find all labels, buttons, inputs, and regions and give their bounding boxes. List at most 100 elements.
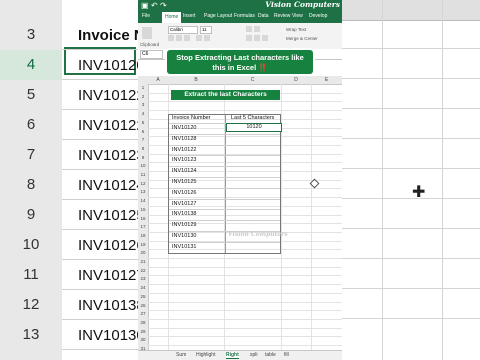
invoice-cell[interactable]: INV10127 — [172, 201, 196, 207]
table-row-line — [169, 144, 280, 146]
invoice-cell[interactable]: INV10125 — [172, 179, 196, 185]
row-header[interactable]: 24 — [138, 285, 148, 290]
active-cell[interactable]: 10120 — [226, 123, 282, 132]
background-cell-text: INV10130 — [78, 327, 138, 344]
sheet-tab[interactable]: spli — [250, 352, 258, 358]
row-header[interactable]: 6 — [138, 129, 148, 134]
ribbon-tab[interactable]: File — [142, 13, 150, 19]
align-top-button[interactable] — [246, 26, 252, 32]
name-box[interactable]: C6 — [140, 50, 163, 59]
row-header[interactable]: 21 — [138, 259, 148, 264]
column-header[interactable]: E — [311, 76, 342, 84]
column-header[interactable]: D — [281, 76, 311, 84]
row-header[interactable]: 18 — [138, 233, 148, 238]
gridline — [148, 275, 342, 277]
invoice-cell[interactable]: INV10131 — [172, 244, 196, 250]
font-name-select[interactable]: Calibri — [168, 26, 198, 34]
align-center-button[interactable] — [254, 35, 260, 41]
background-cell-text: INV10125 — [78, 207, 138, 224]
column-header[interactable]: A — [148, 76, 168, 84]
sheet-tab[interactable]: Sum — [176, 352, 186, 358]
row-header[interactable]: 28 — [138, 320, 148, 325]
background-cell-text: INV10138 — [78, 297, 138, 314]
column-header[interactable]: C — [224, 76, 281, 84]
row-header[interactable]: 9 — [138, 155, 148, 160]
fill-color-button[interactable] — [196, 35, 202, 41]
ribbon-tab[interactable]: View — [292, 13, 303, 19]
sheet-tab[interactable]: fill — [284, 352, 289, 358]
row-header[interactable]: 27 — [138, 311, 148, 316]
background-gridline — [342, 168, 480, 169]
row-header[interactable]: 10 — [138, 163, 148, 168]
invoice-cell[interactable]: INV10126 — [172, 190, 196, 196]
save-icon[interactable]: ▣ — [141, 1, 149, 10]
background-gridline — [62, 169, 138, 170]
row-headers: 1 2 3 4 5 6 7 8 9 10 11 12 13 14 15 16 17 18 19 20 21 22 23 24 2… — [138, 84, 149, 354]
underline-button[interactable] — [184, 35, 190, 41]
invoice-cell[interactable]: INV10130 — [172, 233, 196, 239]
row-header[interactable]: 30 — [138, 337, 148, 342]
align-left-button[interactable] — [246, 35, 252, 41]
row-header[interactable]: 20 — [138, 250, 148, 255]
row-header[interactable]: 26 — [138, 303, 148, 308]
row-header[interactable]: 1 — [138, 85, 148, 90]
row-header[interactable]: 11 — [138, 172, 148, 177]
invoice-cell[interactable]: INV10124 — [172, 168, 196, 174]
invoice-cell[interactable]: INV10138 — [172, 211, 196, 217]
invoice-cell[interactable]: INV10129 — [172, 222, 196, 228]
brand-logo-text: Vision Computers — [265, 0, 340, 9]
font-color-button[interactable] — [204, 35, 210, 41]
row-header[interactable]: 13 — [138, 189, 148, 194]
row-header[interactable]: 25 — [138, 294, 148, 299]
table-row-line — [169, 133, 280, 135]
ribbon: Calibri 11 Wrap Text Merge & Center Clip… — [138, 23, 342, 50]
row-header[interactable]: 12 — [138, 181, 148, 186]
invoice-cell[interactable]: INV10122 — [172, 147, 196, 153]
background-zoom-left: 3 Invoice Nu 4 INV10120 5 INV10122 6 INV10122 7 I… — [0, 0, 138, 360]
column-header[interactable]: B — [168, 76, 224, 84]
gridline — [148, 301, 342, 303]
ribbon-tab[interactable]: Review — [274, 13, 290, 19]
paste-icon[interactable] — [142, 27, 152, 39]
merge-center-button[interactable]: Merge & Center — [286, 36, 318, 41]
ribbon-tab[interactable]: Insert — [183, 13, 196, 19]
font-size-select[interactable]: 11 — [200, 26, 212, 34]
ribbon-tab[interactable]: Develop — [309, 13, 327, 19]
row-header[interactable]: 22 — [138, 268, 148, 273]
sheet-tab[interactable]: table — [265, 352, 276, 358]
redo-icon[interactable]: ↷ — [160, 1, 167, 10]
row-header[interactable]: 14 — [138, 198, 148, 203]
ribbon-tab[interactable]: Page Layout — [204, 13, 232, 19]
sheet-tab[interactable]: Highlight — [196, 352, 215, 358]
background-row-number: 7 — [26, 146, 36, 163]
row-header[interactable]: 4 — [138, 111, 148, 116]
ribbon-tab[interactable]: Data — [258, 13, 269, 19]
invoice-cell[interactable]: INV10120 — [172, 125, 196, 131]
table-row-line — [169, 220, 280, 222]
ribbon-tab[interactable]: Formulas — [234, 13, 255, 19]
invoice-cell[interactable]: INV10128 — [172, 136, 196, 142]
row-header[interactable]: 19 — [138, 242, 148, 247]
invoice-cell[interactable]: INV10123 — [172, 157, 196, 163]
row-header[interactable]: 16 — [138, 216, 148, 221]
row-header[interactable]: 7 — [138, 137, 148, 142]
row-header[interactable]: 5 — [138, 120, 148, 125]
italic-button[interactable] — [176, 35, 182, 41]
row-header[interactable]: 15 — [138, 207, 148, 212]
align-right-button[interactable] — [262, 35, 268, 41]
bold-button[interactable] — [168, 35, 174, 41]
row-header[interactable]: 8 — [138, 146, 148, 151]
align-middle-button[interactable] — [254, 26, 260, 32]
row-header[interactable]: 17 — [138, 224, 148, 229]
background-gridline — [382, 0, 383, 360]
gridline — [148, 327, 342, 329]
row-header[interactable]: 2 — [138, 94, 148, 99]
title-bar: ▣ ↶ ↷ Vision Computers — [138, 0, 342, 12]
sheet-tab[interactable]: Right — [226, 352, 239, 359]
row-header[interactable]: 23 — [138, 276, 148, 281]
background-gridline — [62, 199, 138, 200]
row-header[interactable]: 29 — [138, 329, 148, 334]
undo-icon[interactable]: ↶ — [151, 1, 158, 10]
row-header[interactable]: 3 — [138, 102, 148, 107]
wrap-text-button[interactable]: Wrap Text — [286, 27, 306, 32]
